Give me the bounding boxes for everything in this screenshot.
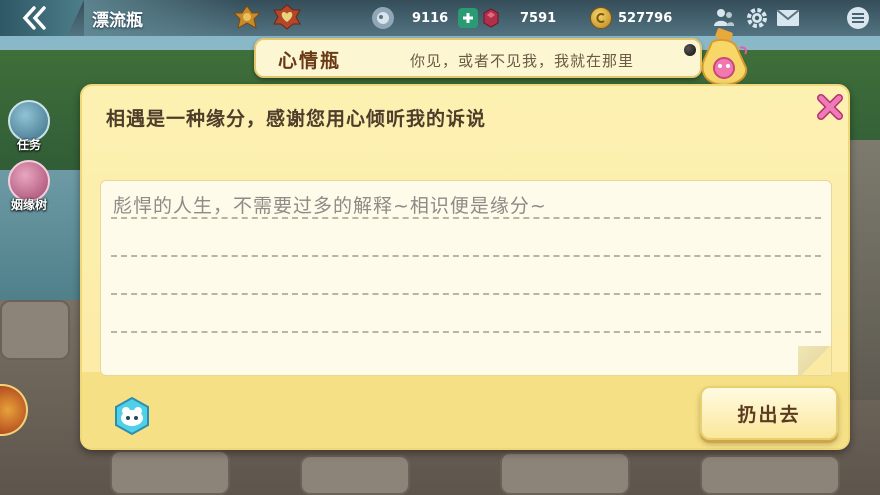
menu-icon[interactable] bbox=[846, 6, 870, 30]
header-card-title: 心情瓶 bbox=[278, 50, 342, 72]
gems-value: 9116 bbox=[412, 10, 449, 26]
rubies-counter: 7591 bbox=[480, 0, 560, 36]
side-button-label: 任务 bbox=[16, 138, 41, 152]
message-text[interactable]: 彪悍的人生，不需要过多的解释~相识便是缘分~ bbox=[113, 191, 819, 221]
header-card: 心情瓶 你见，或者不见我，我就在那里 bbox=[254, 38, 702, 78]
back-chevron-icon bbox=[22, 6, 46, 30]
gold-counter: 527796 bbox=[590, 0, 672, 36]
close-button[interactable] bbox=[815, 92, 845, 122]
emoji-icon[interactable] bbox=[112, 396, 152, 436]
rubies-value: 7591 bbox=[520, 10, 557, 26]
side-button-tasks[interactable]: 任务 bbox=[4, 100, 54, 153]
page-fold bbox=[798, 346, 831, 375]
side-button-marriage-tree[interactable]: 姻缘树 bbox=[4, 160, 54, 213]
friends-icon[interactable] bbox=[712, 6, 736, 30]
page-title: 漂流瓶 bbox=[92, 11, 143, 31]
plus-icon[interactable] bbox=[458, 8, 478, 28]
gem-icon bbox=[372, 7, 394, 29]
gems-counter: 9116 bbox=[372, 0, 452, 36]
bottle-icon bbox=[701, 28, 748, 86]
mail-icon[interactable] bbox=[776, 6, 800, 30]
close-icon bbox=[817, 94, 843, 120]
gold-value: 527796 bbox=[618, 10, 673, 26]
rank-medal-icon[interactable] bbox=[232, 4, 262, 30]
message-area[interactable]: 彪悍的人生，不需要过多的解释~相识便是缘分~ bbox=[100, 180, 832, 376]
ruby-icon bbox=[480, 7, 502, 29]
heart-medal-icon[interactable] bbox=[272, 4, 302, 30]
gear-icon[interactable] bbox=[745, 6, 769, 30]
side-button-label: 姻缘树 bbox=[10, 198, 47, 212]
gold-coin-icon bbox=[590, 7, 612, 29]
throw-button[interactable]: 扔出去 bbox=[700, 386, 838, 440]
header-card-subtitle: 你见，或者不见我，我就在那里 bbox=[410, 52, 635, 70]
bottle-dialog: 相遇是一种缘分，感谢您用心倾听我的诉说 彪悍的人生，不需要过多的解释~相识便是缘… bbox=[80, 84, 850, 450]
dialog-heading: 相遇是一种缘分，感谢您用心倾听我的诉说 bbox=[106, 108, 487, 130]
